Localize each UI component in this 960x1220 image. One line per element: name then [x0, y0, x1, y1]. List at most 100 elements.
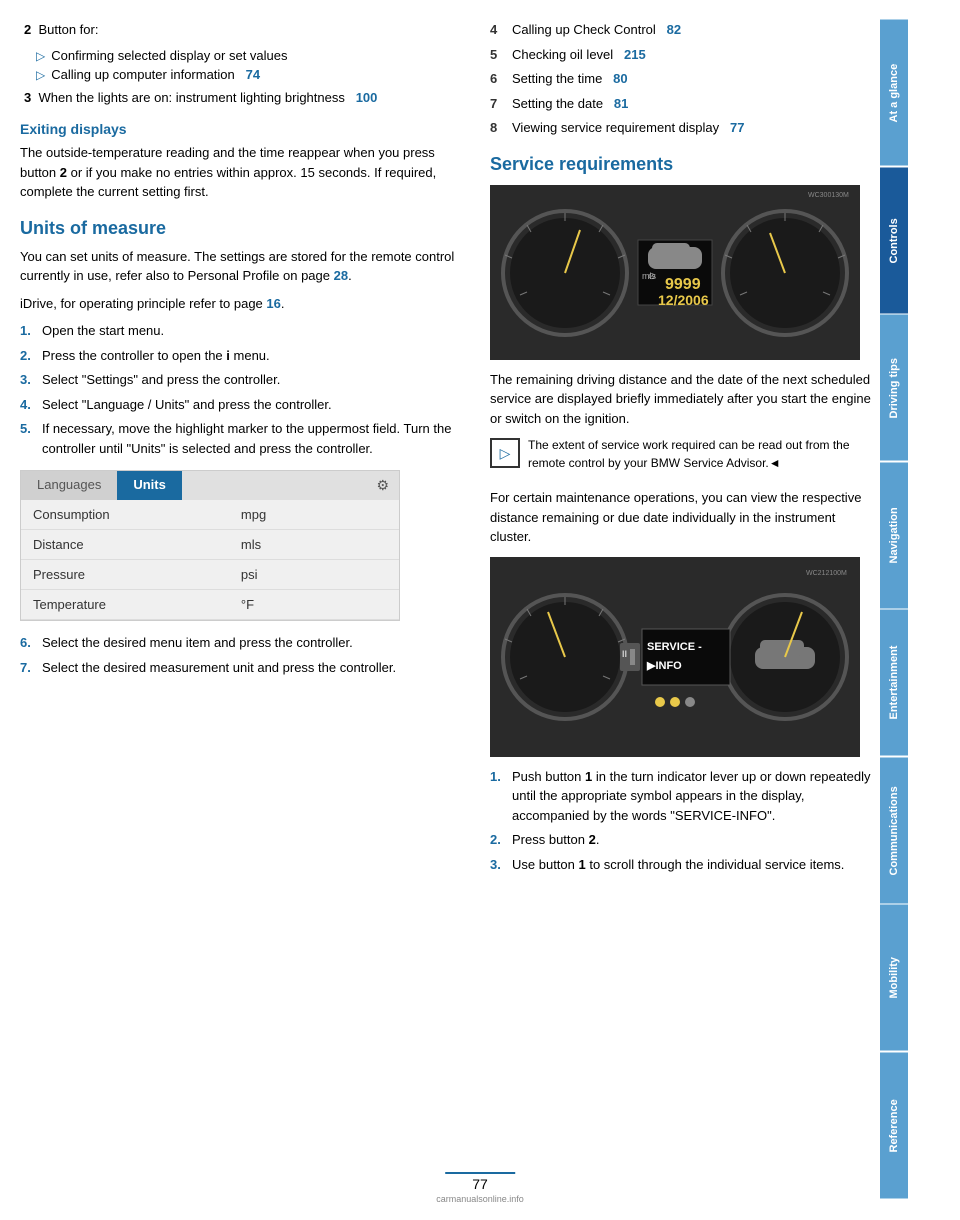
sidebar-tab-at-a-glance[interactable]: At a glance	[880, 20, 908, 166]
units-table-header: Languages Units ⚙	[21, 471, 399, 500]
service-step2-text: Press button 2.	[512, 830, 880, 850]
row3-value: psi	[229, 560, 399, 590]
right-num-8: 8	[490, 118, 512, 138]
service-step3-num: 3.	[490, 855, 512, 875]
bullet-text-2: Calling up computer information 74	[51, 67, 260, 82]
item-2: 2 Button for: ▷ Confirming selected disp…	[20, 20, 460, 82]
exiting-title: Exiting displays	[20, 121, 460, 137]
item3-ref: 100	[356, 90, 378, 105]
sidebar-tab-communications[interactable]: Communications	[880, 758, 908, 904]
table-row: Consumption mpg	[21, 500, 399, 530]
tab-units[interactable]: Units	[117, 471, 182, 500]
step-2: 2. Press the controller to open the i me…	[20, 346, 460, 366]
right-num-4: 4	[490, 20, 512, 40]
right-num-7: 7	[490, 94, 512, 114]
brand-watermark: carmanualsonline.info	[436, 1194, 524, 1204]
step2-num: 2.	[20, 346, 42, 366]
right-item-6: 6 Setting the time 80	[490, 69, 880, 89]
row1-value: mpg	[229, 500, 399, 530]
cluster-image-2: II SERVICE - ▶INFO	[490, 557, 860, 757]
left-column: 2 Button for: ▷ Confirming selected disp…	[20, 20, 480, 1200]
sidebar: At a glance Controls Driving tips Naviga…	[880, 20, 908, 1200]
service-step1-num: 1.	[490, 767, 512, 826]
page-footer: 77 carmanualsonline.info	[436, 1172, 524, 1204]
service-para2: For certain maintenance operations, you …	[490, 488, 880, 547]
step1-text: Open the start menu.	[42, 321, 460, 341]
svg-text:9999: 9999	[665, 276, 701, 293]
table-row: Temperature °F	[21, 590, 399, 620]
steps-1-5: 1. Open the start menu. 2. Press the con…	[20, 321, 460, 458]
sidebar-tab-controls[interactable]: Controls	[880, 168, 908, 314]
service-req-title: Service requirements	[490, 154, 880, 175]
service-step2-num: 2.	[490, 830, 512, 850]
row1-label: Consumption	[21, 500, 229, 530]
step-1: 1. Open the start menu.	[20, 321, 460, 341]
step-3: 3. Select "Settings" and press the contr…	[20, 370, 460, 390]
svg-text:WC300130M: WC300130M	[808, 192, 849, 199]
right-text-4: Calling up Check Control 82	[512, 20, 880, 40]
item2-num: 2	[24, 22, 31, 37]
step4-num: 4.	[20, 395, 42, 415]
svg-text:SERVICE -: SERVICE -	[647, 641, 702, 653]
step2-text: Press the controller to open the i menu.	[42, 346, 460, 366]
step5-num: 5.	[20, 419, 42, 458]
bullet-arrow-2: ▷	[36, 68, 45, 82]
svg-text:12/2006: 12/2006	[658, 292, 709, 308]
cluster-image-1: mls ⊙ 9999 12/2006	[490, 185, 860, 360]
right-text-6: Setting the time 80	[512, 69, 880, 89]
sidebar-tab-mobility[interactable]: Mobility	[880, 905, 908, 1051]
service-steps: 1. Push button 1 in the turn indicator l…	[490, 767, 880, 875]
service-para1: The remaining driving distance and the d…	[490, 370, 880, 429]
step7-text: Select the desired measurement unit and …	[42, 658, 460, 678]
note-arrow-icon: ▷	[500, 445, 511, 462]
right-column: 4 Calling up Check Control 82 5 Checking…	[480, 20, 880, 1200]
units-title: Units of measure	[20, 218, 460, 239]
units-para1: You can set units of measure. The settin…	[20, 247, 460, 286]
svg-text:WC212100M: WC212100M	[806, 570, 847, 577]
item2-intro: Button for:	[38, 22, 98, 37]
page-number: 77	[472, 1176, 488, 1192]
bullet-1: ▷ Confirming selected display or set val…	[24, 48, 460, 63]
step3-num: 3.	[20, 370, 42, 390]
step4-text: Select "Language / Units" and press the …	[42, 395, 460, 415]
right-item-4: 4 Calling up Check Control 82	[490, 20, 880, 40]
step6-num: 6.	[20, 633, 42, 653]
step-7: 7. Select the desired measurement unit a…	[20, 658, 460, 678]
sidebar-tab-driving-tips[interactable]: Driving tips	[880, 315, 908, 461]
bullet-2: ▷ Calling up computer information 74	[24, 67, 460, 82]
table-row: Distance mls	[21, 530, 399, 560]
right-text-7: Setting the date 81	[512, 94, 880, 114]
right-item-8: 8 Viewing service requirement display 77	[490, 118, 880, 138]
item-3: 3 When the lights are on: instrument lig…	[20, 88, 460, 108]
cluster-svg-1: mls ⊙ 9999 12/2006	[490, 185, 860, 360]
units-table-container: Languages Units ⚙ Consumption mpg Distan…	[20, 470, 400, 621]
service-step-3: 3. Use button 1 to scroll through the in…	[490, 855, 880, 875]
row2-label: Distance	[21, 530, 229, 560]
tab-languages[interactable]: Languages	[21, 471, 117, 500]
right-num-6: 6	[490, 69, 512, 89]
main-content: 2 Button for: ▷ Confirming selected disp…	[0, 0, 960, 1220]
item3-num: 3	[24, 90, 31, 105]
service-step3-text: Use button 1 to scroll through the indiv…	[512, 855, 880, 875]
step6-text: Select the desired menu item and press t…	[42, 633, 460, 653]
right-item-5: 5 Checking oil level 215	[490, 45, 880, 65]
sidebar-tab-reference[interactable]: Reference	[880, 1053, 908, 1199]
row2-value: mls	[229, 530, 399, 560]
bullet-arrow-1: ▷	[36, 49, 45, 63]
settings-icon[interactable]: ⚙	[366, 471, 399, 500]
step3-text: Select "Settings" and press the controll…	[42, 370, 460, 390]
step7-num: 7.	[20, 658, 42, 678]
row4-label: Temperature	[21, 590, 229, 620]
right-item-7: 7 Setting the date 81	[490, 94, 880, 114]
step-5: 5. If necessary, move the highlight mark…	[20, 419, 460, 458]
step1-num: 1.	[20, 321, 42, 341]
service-step-1: 1. Push button 1 in the turn indicator l…	[490, 767, 880, 826]
bullet-text-1: Confirming selected display or set value…	[51, 48, 287, 63]
sidebar-tab-navigation[interactable]: Navigation	[880, 463, 908, 609]
svg-text:▶INFO: ▶INFO	[646, 660, 682, 672]
table-row: Pressure psi	[21, 560, 399, 590]
note-text: The extent of service work required can …	[528, 436, 880, 472]
sidebar-tab-entertainment[interactable]: Entertainment	[880, 610, 908, 756]
right-num-5: 5	[490, 45, 512, 65]
service-step-2: 2. Press button 2.	[490, 830, 880, 850]
